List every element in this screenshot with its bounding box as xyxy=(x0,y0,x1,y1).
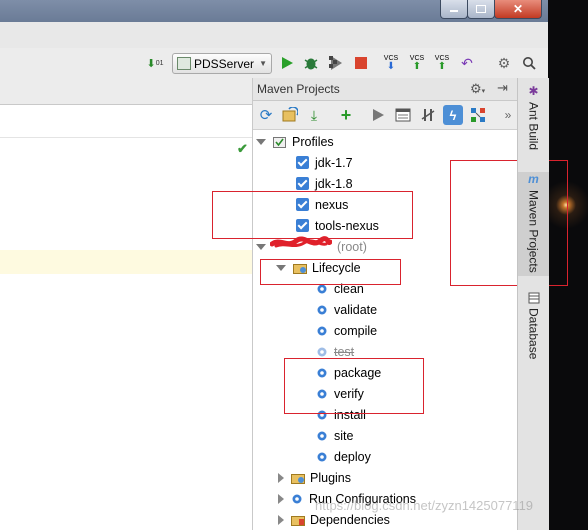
goal-label: deploy xyxy=(334,449,371,464)
goal-label: site xyxy=(334,428,354,443)
maven-toolbar: ⟳ ⤓ + ϟ » xyxy=(253,101,517,130)
sort-label: 01 xyxy=(155,59,164,67)
side-tab-maven-projects[interactable]: m Maven Projects xyxy=(518,172,549,276)
toggle-offline-icon[interactable] xyxy=(419,106,437,124)
vcs-update-icon[interactable]: VCS ⬇ xyxy=(382,54,400,72)
download-icon[interactable]: ⤓ xyxy=(305,106,323,124)
vcs-push-icon[interactable]: VCS ⬆ xyxy=(433,54,451,72)
run-icon[interactable] xyxy=(278,54,296,72)
gear-icon[interactable]: ⚙▾ xyxy=(470,81,485,97)
profile-label: jdk-1.7 xyxy=(315,155,353,170)
current-line-highlight xyxy=(0,250,252,274)
refresh-icon[interactable]: ⟳ xyxy=(257,106,275,124)
generate-sources-icon[interactable] xyxy=(281,106,299,124)
run-config-dropdown[interactable]: PDSServer ▼ xyxy=(172,53,272,74)
plugins-folder-icon xyxy=(291,472,306,484)
side-tab-label: Ant Build xyxy=(526,102,541,151)
stop-icon[interactable] xyxy=(352,54,370,72)
close-icon: ✕ xyxy=(512,2,524,16)
close-button[interactable]: ✕ xyxy=(494,0,542,19)
profiles-label: Profiles xyxy=(292,134,334,149)
annotation-box xyxy=(260,259,401,285)
profiles-folder-icon xyxy=(273,136,288,148)
window-titlebar: ✕ xyxy=(0,0,548,22)
side-tab-ant-build[interactable]: ✱ Ant Build xyxy=(518,84,549,150)
gear-icon xyxy=(317,347,327,356)
gear-icon xyxy=(317,305,327,314)
execute-icon[interactable] xyxy=(394,106,412,124)
ant-icon: ✱ xyxy=(528,84,539,98)
goal-label: validate xyxy=(334,302,378,317)
project-suffix: (root) xyxy=(337,239,367,254)
maximize-button[interactable] xyxy=(467,0,495,19)
gear-icon xyxy=(317,326,327,335)
editor-tab-bar xyxy=(0,78,252,105)
editor-divider xyxy=(0,137,252,138)
profile-label: jdk-1.8 xyxy=(315,176,353,191)
minimize-icon xyxy=(450,10,458,12)
add-icon[interactable]: + xyxy=(337,105,355,125)
annotation-box xyxy=(284,358,424,414)
collapse-arrow-icon[interactable] xyxy=(278,472,284,483)
maven-panel-title: Maven Projects xyxy=(257,82,340,96)
annotation-box xyxy=(450,160,568,286)
revert-icon[interactable]: ↶ xyxy=(458,54,476,72)
show-dependencies-icon[interactable] xyxy=(469,106,487,124)
more-icon[interactable]: » xyxy=(499,106,517,124)
goal-label: compile xyxy=(334,323,378,338)
lifecycle-goal[interactable]: compile xyxy=(316,320,377,341)
lifecycle-goal[interactable]: validate xyxy=(316,299,377,320)
inspection-ok-icon: ✔ xyxy=(237,141,248,156)
run-config-label: PDSServer xyxy=(194,56,255,71)
collapse-arrow-icon[interactable] xyxy=(278,514,284,525)
tool-window-strip: ✱ Ant Build m Maven Projects Database xyxy=(517,78,549,530)
plugins-label: Plugins xyxy=(310,470,351,485)
side-tab-database[interactable]: Database xyxy=(518,292,549,359)
tree-node-plugins[interactable]: Plugins xyxy=(276,467,351,488)
dependencies-label: Dependencies xyxy=(310,512,390,527)
database-icon xyxy=(528,292,539,304)
side-tab-label: Database xyxy=(526,308,541,360)
maven-icon: m xyxy=(528,172,539,186)
profile-item[interactable]: jdk-1.7 xyxy=(296,152,353,173)
gear-icon xyxy=(317,452,327,461)
lifecycle-goal[interactable]: deploy xyxy=(316,446,371,467)
lifecycle-goal[interactable]: site xyxy=(316,425,353,446)
maximize-icon xyxy=(476,5,486,13)
chevron-down-icon: ▼ xyxy=(259,59,267,68)
expand-arrow-icon[interactable] xyxy=(256,138,266,145)
server-config-icon xyxy=(177,57,191,70)
annotation-box xyxy=(212,191,413,239)
tree-node-profiles[interactable]: Profiles xyxy=(256,131,334,152)
checkbox-checked-icon[interactable] xyxy=(296,177,309,190)
hide-panel-icon[interactable]: ⇥ xyxy=(497,80,508,96)
editor-area[interactable] xyxy=(0,78,253,530)
gear-icon xyxy=(317,431,327,440)
run-goal-icon[interactable] xyxy=(369,106,387,124)
gear-icon xyxy=(292,494,302,503)
search-icon[interactable] xyxy=(520,54,538,72)
debug-icon[interactable] xyxy=(302,54,320,72)
dependencies-folder-icon xyxy=(291,514,306,526)
goal-label: test xyxy=(334,344,355,359)
side-tab-label: Maven Projects xyxy=(526,190,541,273)
skip-tests-icon[interactable]: ϟ xyxy=(443,105,463,125)
settings-icon[interactable]: ⚙ xyxy=(495,54,513,72)
vcs-commit-icon[interactable]: VCS ⬆ xyxy=(408,54,426,72)
maven-panel-header: Maven Projects ⚙▾ ⇥ xyxy=(253,78,517,101)
sort-icon[interactable]: ⬇ 01 xyxy=(146,54,164,72)
checkbox-checked-icon[interactable] xyxy=(296,156,309,169)
collapse-arrow-icon[interactable] xyxy=(278,493,284,504)
expand-arrow-icon[interactable] xyxy=(256,243,266,250)
minimize-button[interactable] xyxy=(440,0,468,19)
coverage-icon[interactable] xyxy=(327,54,345,72)
watermark: https://blog.csdn.net/zyzn1425077119 xyxy=(315,498,534,513)
